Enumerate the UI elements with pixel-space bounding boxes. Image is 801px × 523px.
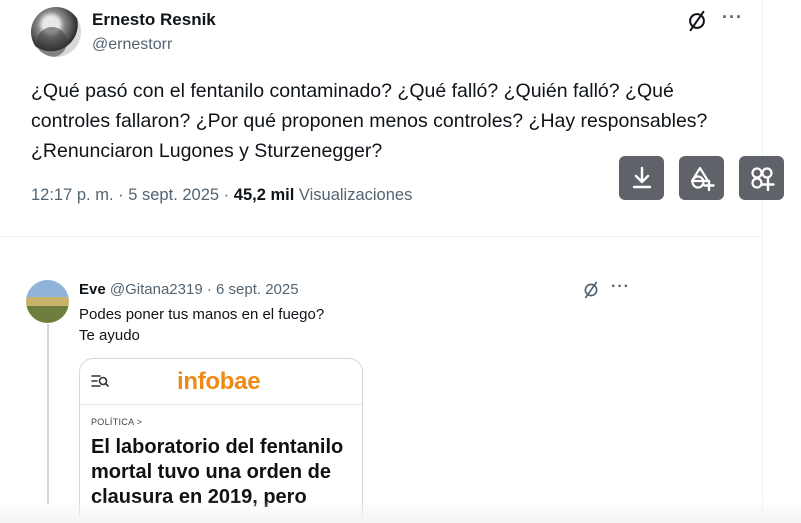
tweet-time[interactable]: 12:17 p. m. (31, 186, 114, 204)
card-header: infobae (80, 359, 362, 405)
tweet-separator (0, 236, 762, 237)
reply-author-name[interactable]: Eve (79, 281, 106, 298)
author-avatar[interactable] (31, 7, 81, 57)
tweet-date[interactable]: 5 sept. 2025 (128, 186, 219, 204)
card-brand-logo: infobae (177, 368, 261, 395)
reply-line: Te ayudo (79, 327, 140, 344)
bottom-fade (0, 500, 801, 523)
menu-search-icon (91, 375, 109, 387)
card-kicker: POLÍTICA > (91, 417, 143, 427)
grok-icon[interactable] (582, 281, 600, 299)
tweet-meta: 12:17 p. m. · 5 sept. 2025 · 45,2 mil Vi… (31, 186, 412, 205)
column-divider (762, 0, 763, 523)
link-card[interactable]: infobae POLÍTICA > El laboratorio del fe… (79, 358, 363, 523)
more-icon[interactable]: ··· (722, 7, 743, 28)
reply-header: Eve @Gitana2319 · 6 sept. 2025 (79, 281, 299, 298)
meta-separator: · (223, 186, 230, 204)
thread-line (47, 324, 49, 504)
reply-more-icon[interactable]: ··· (611, 278, 630, 296)
meta-separator: · (118, 186, 124, 204)
download-button[interactable] (619, 156, 664, 200)
author-handle[interactable]: @ernestorr (92, 36, 172, 54)
reply-line: Podes poner tus manos en el fuego? (79, 306, 325, 323)
pinwheel-add-button[interactable] (739, 156, 784, 200)
reply-text: Podes poner tus manos en el fuego? Te ay… (79, 304, 324, 346)
reply-date[interactable]: 6 sept. 2025 (216, 281, 299, 298)
shapes-add-icon (690, 166, 715, 192)
reply-author-handle[interactable]: @Gitana2319 (110, 281, 203, 298)
tweet-text: ¿Qué pasó con el fentanilo contaminado? … (31, 80, 708, 162)
views-count: 45,2 mil (233, 186, 295, 204)
shapes-add-button[interactable] (679, 156, 724, 200)
pinwheel-add-icon (750, 167, 775, 192)
views-label: Visualizaciones (298, 186, 413, 204)
author-name[interactable]: Ernesto Resnik (92, 10, 216, 30)
reply-avatar[interactable] (26, 280, 69, 323)
download-icon (632, 166, 651, 189)
reply-separator: · (206, 281, 212, 298)
grok-icon[interactable] (686, 10, 708, 32)
card-headline: El laboratorio del fentanilo mortal tuvo… (91, 436, 344, 508)
